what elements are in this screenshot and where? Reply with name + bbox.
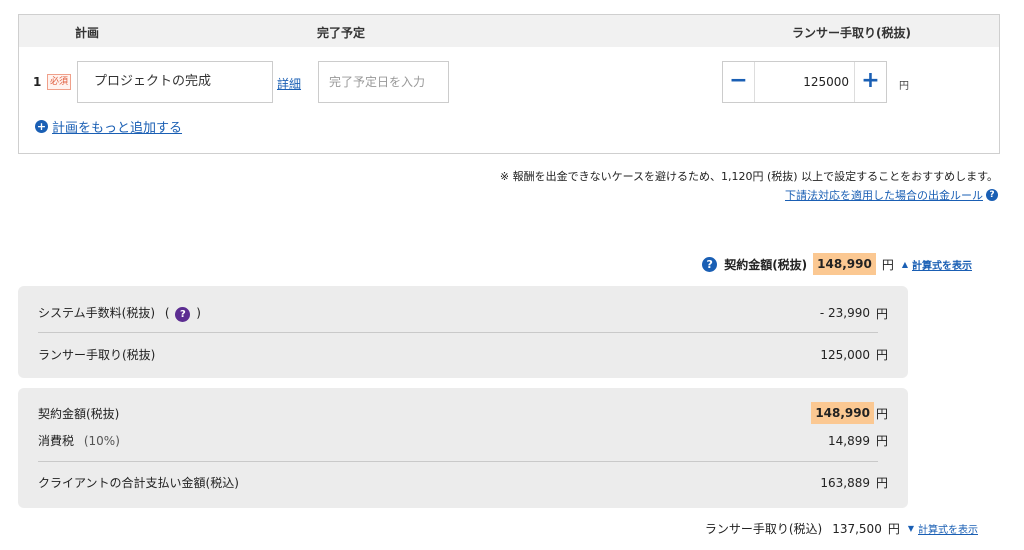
- contract-amount: 148,990 円: [811, 402, 888, 424]
- system-fee-label: システム手数料(税抜): [38, 306, 156, 320]
- question-circle-icon[interactable]: ?: [702, 256, 718, 272]
- plan-table-header: 計画 完了予定 ランサー手取り(税抜): [19, 15, 999, 47]
- show-formula-link[interactable]: ▲ 計算式を表示: [902, 257, 978, 272]
- detail-link[interactable]: 詳細: [277, 75, 301, 92]
- divider: [38, 332, 878, 333]
- minus-icon[interactable]: −: [723, 62, 755, 102]
- client-total-row: クライアントの合計支払い金額(税込) 163,889 円: [38, 474, 888, 491]
- system-fee-label-group: システム手数料(税抜) ( ? ): [38, 304, 201, 322]
- question-circle-icon: ?: [986, 189, 998, 201]
- contract-summary: ? 契約金額(税抜) 148,990 円 ▲ 計算式を表示: [702, 253, 978, 275]
- divider: [38, 461, 878, 462]
- paren-open: (: [164, 306, 170, 320]
- header-due: 完了予定: [317, 26, 366, 40]
- header-plan: 計画: [75, 26, 100, 40]
- tax-amount: 14,899 円: [828, 432, 888, 449]
- fee-breakdown-panel: システム手数料(税抜) ( ? ) - 23,990 円 ランサー手取り(税抜)…: [18, 286, 908, 378]
- contract-row: 契約金額(税抜) 148,990 円: [38, 402, 888, 424]
- system-fee-value: - 23,990: [819, 306, 870, 320]
- amount-unit: 円: [899, 81, 909, 92]
- client-total-unit: 円: [875, 476, 888, 490]
- minimum-amount-notice: ※ 報酬を出金できないケースを避けるため、1,120円 (税抜) 以上で設定する…: [499, 170, 998, 183]
- system-fee-unit: 円: [875, 306, 888, 321]
- tax-row: 消費税 (10%) 14,899 円: [38, 432, 888, 449]
- client-total-label: クライアントの合計支払い金額(税込): [38, 476, 239, 490]
- question-circle-icon[interactable]: ?: [175, 307, 191, 322]
- lancer-take-summary: ランサー手取り(税込) 137,500 円 ▼ 計算式を表示: [705, 520, 978, 537]
- client-total-amount: 163,889 円: [820, 474, 888, 491]
- lancer-take-row: ランサー手取り(税抜) 125,000 円: [38, 346, 888, 363]
- system-fee-row: システム手数料(税抜) ( ? ) - 23,990 円: [38, 304, 888, 322]
- plan-table: 計画 完了予定 ランサー手取り(税抜) 1 必須 プロジェクトの完成 詳細 完了…: [18, 14, 1000, 154]
- amount-stepper: − 125000 +: [722, 61, 887, 103]
- contract-value: 148,990: [811, 402, 874, 424]
- amount-input[interactable]: 125000: [755, 62, 855, 102]
- lancer-take-value: 125,000: [820, 347, 870, 362]
- row-number: 1: [33, 75, 42, 89]
- add-plan-label: 計画をもっと追加する: [52, 121, 183, 136]
- plus-circle-icon: +: [35, 120, 48, 133]
- lancer-take-label: ランサー手取り(税抜): [38, 348, 156, 362]
- due-date-input[interactable]: 完了予定日を入力: [318, 61, 449, 103]
- contract-amount-unit: 円: [881, 257, 894, 272]
- triangle-up-icon: ▲: [901, 259, 908, 269]
- plus-icon[interactable]: +: [854, 62, 886, 102]
- tax-label-group: 消費税 (10%): [38, 432, 120, 449]
- system-fee-amount: - 23,990 円: [820, 305, 888, 322]
- lancer-take-tax-unit: 円: [887, 522, 900, 536]
- tax-label: 消費税: [38, 434, 75, 448]
- contract-label: 契約金額(税抜): [38, 406, 120, 421]
- withdrawal-rule-label: 下請法対応を適用した場合の出金ルール: [785, 189, 983, 202]
- contract-unit: 円: [875, 406, 888, 421]
- show-formula-label: 計算式を表示: [918, 525, 978, 536]
- add-plan-button[interactable]: + 計画をもっと追加する: [35, 117, 182, 136]
- lancer-take-unit: 円: [875, 348, 888, 362]
- withdrawal-rule-link[interactable]: 下請法対応を適用した場合の出金ルール ?: [785, 187, 998, 203]
- triangle-down-icon: ▼: [907, 524, 914, 533]
- lancer-take-tax-value: 137,500: [832, 521, 882, 536]
- contract-amount-label: 契約金額(税抜): [724, 257, 808, 272]
- show-formula-label: 計算式を表示: [912, 260, 972, 272]
- lancer-take-tax-label: ランサー手取り(税込): [704, 522, 823, 536]
- tax-unit: 円: [875, 434, 888, 448]
- show-formula-link[interactable]: ▼ 計算式を表示: [908, 521, 978, 536]
- tax-rate: (10%): [83, 434, 120, 448]
- tax-breakdown-panel: 契約金額(税抜) 148,990 円 消費税 (10%) 14,899 円 クラ…: [18, 388, 908, 508]
- header-fee: ランサー手取り(税抜): [792, 26, 911, 40]
- required-badge: 必須: [47, 74, 72, 90]
- paren-close: ): [196, 306, 201, 320]
- plan-name-input[interactable]: プロジェクトの完成: [77, 61, 273, 103]
- client-total-value: 163,889: [820, 475, 870, 490]
- lancer-take-amount: 125,000 円: [820, 346, 888, 363]
- contract-amount-value: 148,990: [813, 253, 876, 275]
- tax-value: 14,899: [827, 433, 870, 448]
